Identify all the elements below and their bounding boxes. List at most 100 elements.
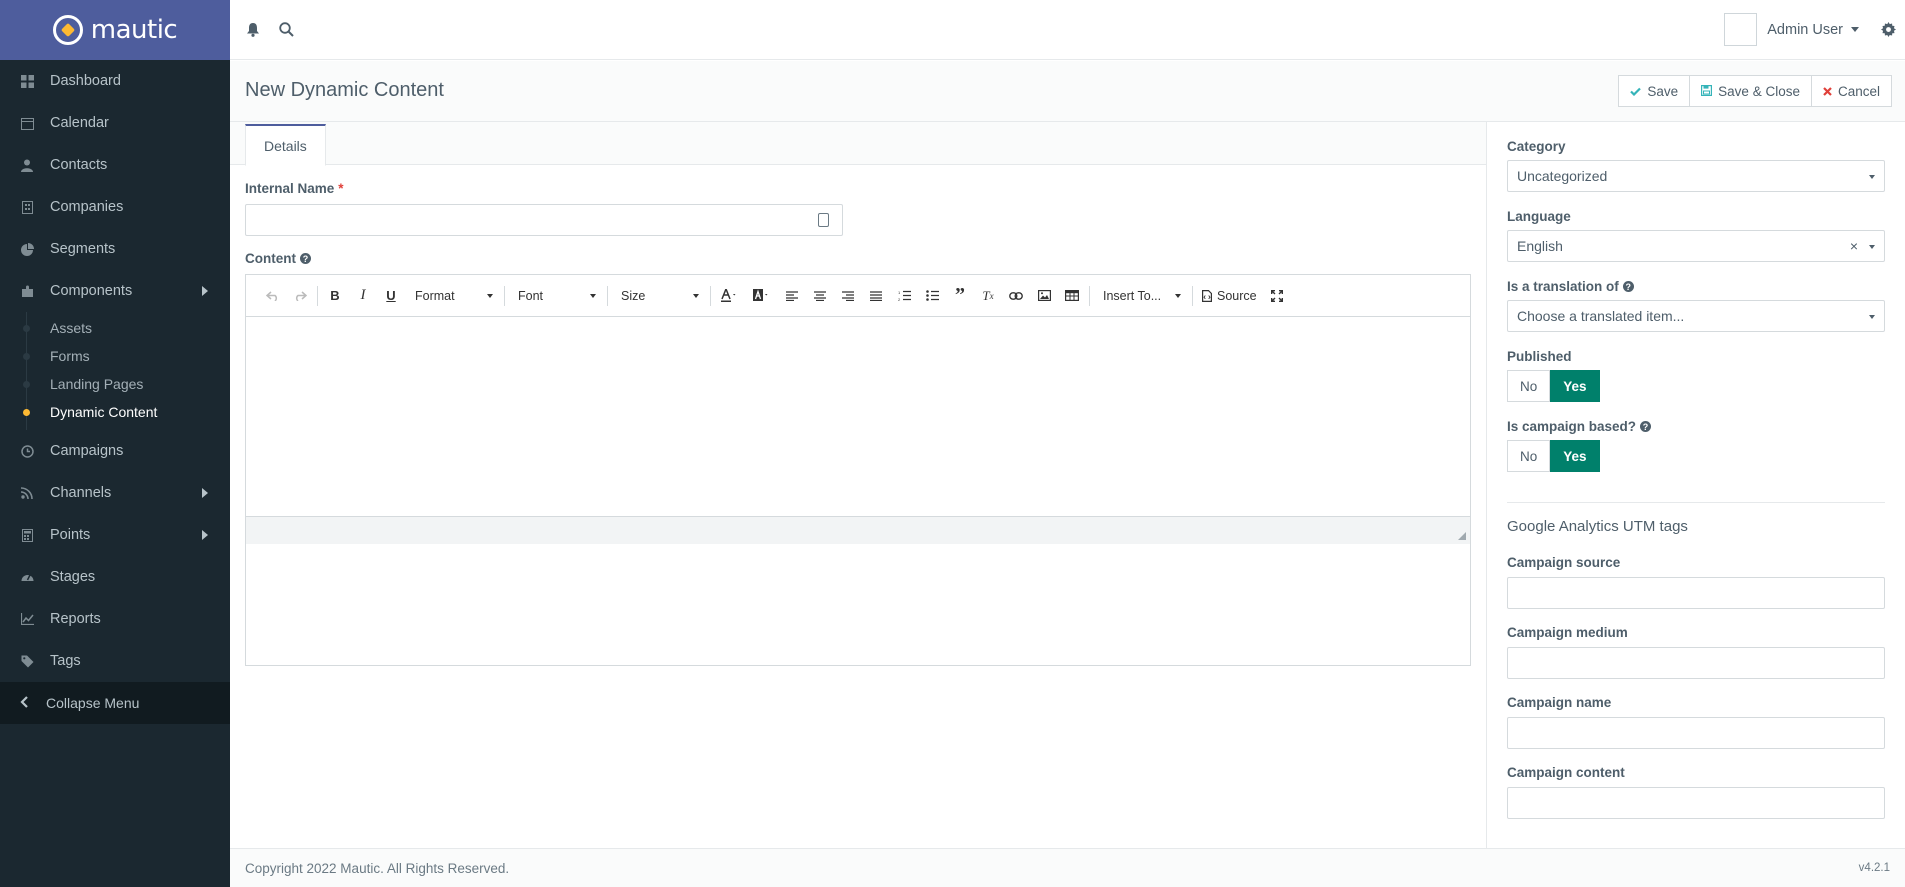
- link-icon[interactable]: [1002, 282, 1030, 310]
- align-center-icon[interactable]: [806, 282, 834, 310]
- collapse-menu-label: Collapse Menu: [46, 695, 140, 711]
- utm-name-input[interactable]: [1507, 717, 1885, 749]
- user-name[interactable]: Admin User: [1767, 22, 1843, 38]
- sidebar-item-contacts[interactable]: Contacts: [0, 144, 230, 186]
- size-select[interactable]: Size: [611, 282, 707, 310]
- blockquote-icon[interactable]: ”: [946, 282, 974, 310]
- utm-content-input[interactable]: [1507, 787, 1885, 819]
- source-label: Source: [1217, 288, 1257, 303]
- sidebar-item-companies[interactable]: Companies: [0, 186, 230, 228]
- active-bullet-icon: [23, 409, 30, 416]
- insert-token-select[interactable]: Insert To...: [1093, 282, 1189, 310]
- clear-icon[interactable]: ×: [1850, 238, 1858, 254]
- bulleted-list-icon[interactable]: [918, 282, 946, 310]
- sidebar-item-segments[interactable]: Segments: [0, 228, 230, 270]
- editor-status-bar: [246, 517, 1470, 544]
- clipboard-icon[interactable]: [818, 213, 829, 227]
- sidebar-subitem-dynamic-content[interactable]: Dynamic Content: [0, 398, 230, 426]
- chevron-right-icon: [202, 286, 208, 296]
- undo-icon[interactable]: [258, 282, 286, 310]
- utm-medium-input[interactable]: [1507, 647, 1885, 679]
- sidebar-subitem-forms[interactable]: Forms: [0, 342, 230, 370]
- avatar[interactable]: [1724, 13, 1758, 46]
- sidebar-item-label: Segments: [50, 241, 116, 257]
- table-icon[interactable]: [1058, 282, 1086, 310]
- brand-logo[interactable]: mautic: [0, 0, 230, 60]
- sidebar-item-stages[interactable]: Stages: [0, 556, 230, 598]
- category-select[interactable]: Uncategorized: [1507, 160, 1885, 192]
- bold-icon[interactable]: B: [321, 282, 349, 310]
- source-button[interactable]: Source: [1196, 282, 1263, 310]
- rss-icon: [20, 486, 34, 500]
- utm-source-input[interactable]: [1507, 577, 1885, 609]
- page-title: New Dynamic Content: [245, 79, 444, 101]
- question-circle-icon[interactable]: ?: [300, 253, 311, 264]
- utm-source-label: Campaign source: [1507, 555, 1621, 570]
- sidebar-item-dashboard[interactable]: Dashboard: [0, 60, 230, 102]
- maximize-icon[interactable]: [1263, 282, 1291, 310]
- align-left-icon[interactable]: [778, 282, 806, 310]
- main-nav-2: Campaigns Channels Points Stages Reports…: [0, 430, 230, 682]
- campaign-based-no-option[interactable]: No: [1507, 440, 1551, 472]
- align-justify-icon[interactable]: [862, 282, 890, 310]
- tab-details[interactable]: Details: [245, 124, 326, 166]
- main-content: Details Internal Name * Content ? B I U …: [230, 122, 1486, 848]
- font-select[interactable]: Font: [508, 282, 604, 310]
- sidebar-item-campaigns[interactable]: Campaigns: [0, 430, 230, 472]
- align-right-icon[interactable]: [834, 282, 862, 310]
- sidebar-item-label: Contacts: [50, 157, 108, 173]
- bell-icon[interactable]: [243, 20, 263, 40]
- save-close-button[interactable]: Save & Close: [1690, 75, 1812, 107]
- language-label: Language: [1507, 209, 1571, 224]
- published-yes-option[interactable]: Yes: [1550, 370, 1600, 402]
- category-value: Uncategorized: [1517, 168, 1608, 184]
- language-select[interactable]: English ×: [1507, 230, 1885, 262]
- sidebar-subitem-assets[interactable]: Assets: [0, 314, 230, 342]
- content-label: Content ?: [245, 251, 311, 266]
- save-label: Save: [1647, 83, 1679, 99]
- resize-handle-icon[interactable]: [1458, 532, 1466, 540]
- campaign-based-toggle: No Yes: [1507, 440, 1600, 472]
- campaign-based-yes-option[interactable]: Yes: [1550, 440, 1600, 472]
- question-circle-icon[interactable]: ?: [1640, 421, 1652, 432]
- sidebar-subitem-landing-pages[interactable]: Landing Pages: [0, 370, 230, 398]
- editor-content-area[interactable]: [246, 317, 1470, 517]
- rich-text-editor: B I U Format Font Size 1 2 ” T x Insert …: [245, 274, 1471, 666]
- sidebar-item-points[interactable]: Points: [0, 514, 230, 556]
- sidebar-item-channels[interactable]: Channels: [0, 472, 230, 514]
- sidebar-item-components[interactable]: Components: [0, 270, 230, 312]
- image-icon[interactable]: [1030, 282, 1058, 310]
- sidebar-item-reports[interactable]: Reports: [0, 598, 230, 640]
- internal-name-input[interactable]: [245, 204, 843, 236]
- text-color-icon[interactable]: [714, 282, 746, 310]
- user-menu: Admin User: [1724, 0, 1905, 60]
- brand-name: mautic: [90, 15, 178, 45]
- underline-icon[interactable]: U: [377, 282, 405, 310]
- sidebar-item-label: Channels: [50, 485, 112, 501]
- collapse-menu-button[interactable]: Collapse Menu: [0, 682, 230, 724]
- gear-icon[interactable]: [1881, 21, 1897, 38]
- format-select[interactable]: Format: [405, 282, 501, 310]
- save-button[interactable]: Save: [1618, 75, 1691, 107]
- clear-format-icon[interactable]: Tx: [974, 282, 1002, 310]
- cancel-button[interactable]: Cancel: [1811, 75, 1892, 107]
- clock-icon: [20, 444, 34, 458]
- sidebar-item-tags[interactable]: Tags: [0, 640, 230, 682]
- caret-down-icon: [1869, 315, 1875, 319]
- translation-placeholder: Choose a translated item...: [1517, 308, 1685, 324]
- background-color-icon[interactable]: [746, 282, 778, 310]
- mautic-logo-icon: [52, 15, 83, 45]
- question-circle-icon[interactable]: ?: [1622, 281, 1634, 292]
- translation-select[interactable]: Choose a translated item...: [1507, 300, 1885, 332]
- sidebar-subitem-label: Assets: [50, 320, 93, 336]
- caret-down-icon: [590, 293, 596, 298]
- search-icon[interactable]: [276, 20, 296, 40]
- italic-icon[interactable]: I: [349, 282, 377, 310]
- caret-down-icon[interactable]: [1851, 27, 1859, 32]
- sidebar-item-label: Reports: [50, 611, 101, 627]
- numbered-list-icon[interactable]: 12: [890, 282, 918, 310]
- sidebar-item-calendar[interactable]: Calendar: [0, 102, 230, 144]
- redo-icon[interactable]: [286, 282, 314, 310]
- published-no-option[interactable]: No: [1507, 370, 1551, 402]
- chevron-right-icon: [202, 530, 208, 540]
